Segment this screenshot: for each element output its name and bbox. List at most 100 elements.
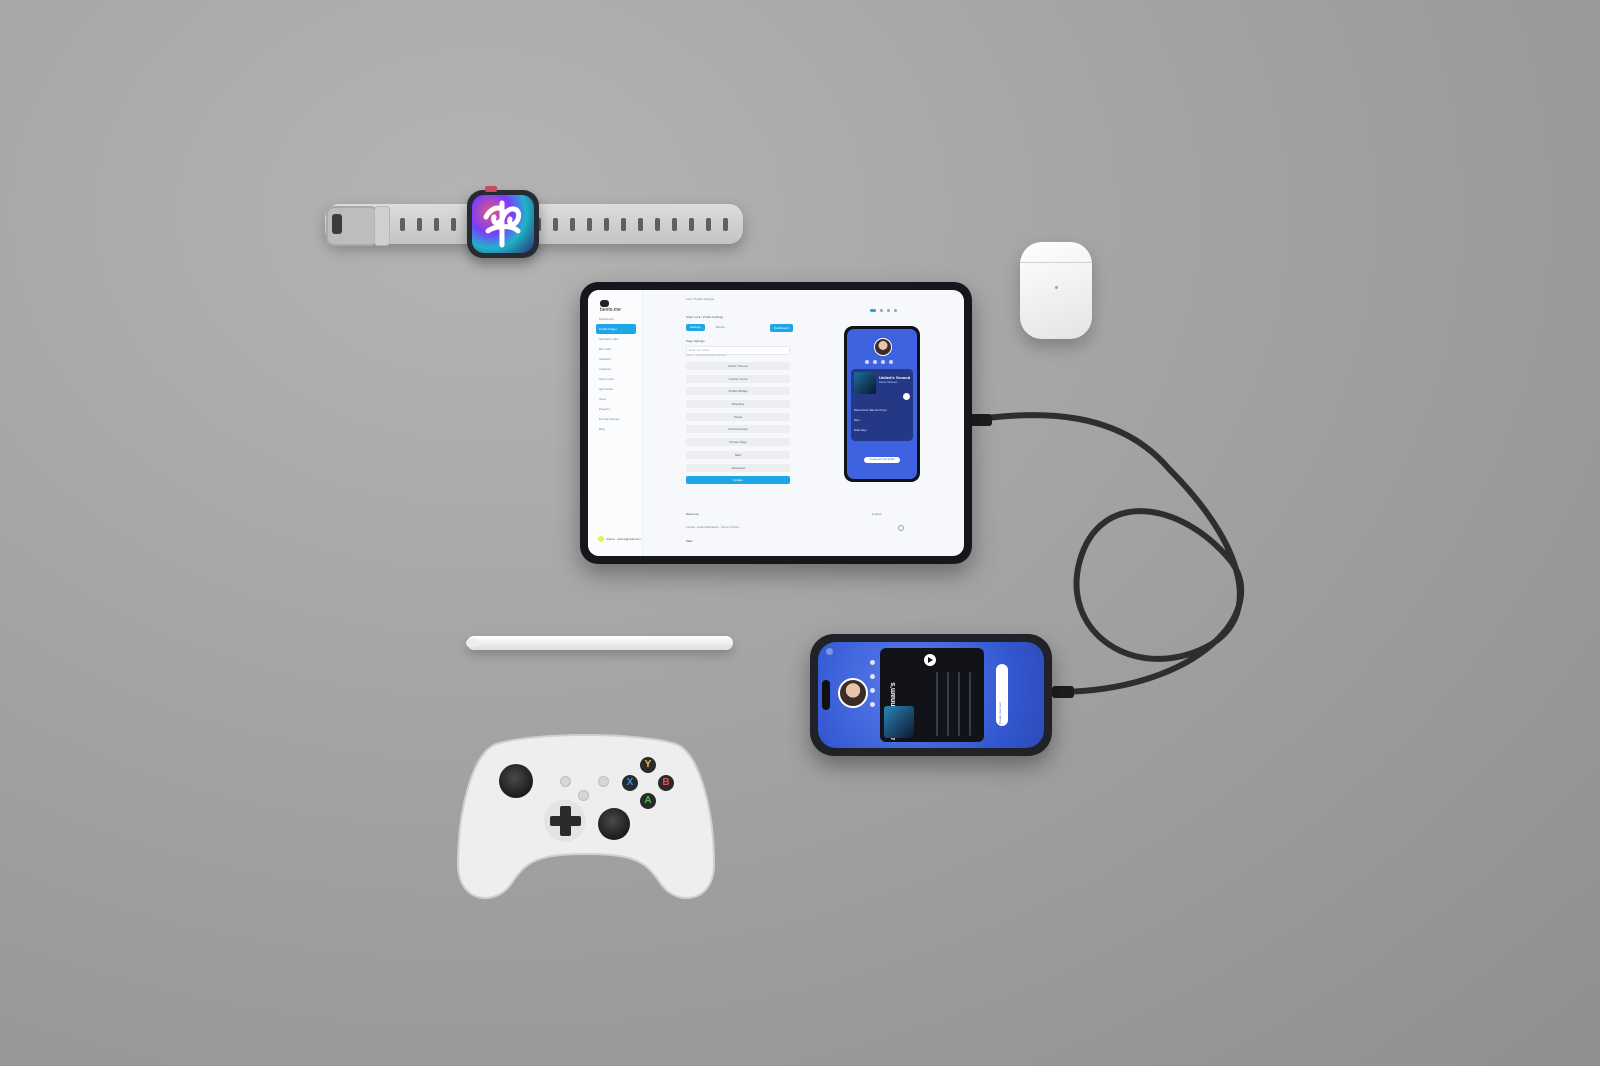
settings-list: Select Themes Custom Fonts Verified Badg… xyxy=(686,362,790,476)
page-title: Share Link / Profile Settings xyxy=(686,315,724,319)
tablet-sidebar: bento.me Dashboard Profile Pages Shortli… xyxy=(588,290,643,556)
album-cover xyxy=(884,706,914,738)
watch-buckle-pin xyxy=(332,214,342,234)
watch-screen xyxy=(472,195,534,253)
tablet-screen: bento.me Dashboard Profile Pages Shortli… xyxy=(588,290,964,556)
settings-row-seo[interactable]: SEO xyxy=(686,450,790,459)
track-item[interactable] xyxy=(936,672,938,736)
dashboard-button[interactable]: Dashboard xyxy=(770,324,793,332)
toggle-icon[interactable] xyxy=(870,309,876,312)
instagram-icon[interactable] xyxy=(865,360,869,364)
tablet-toolbar xyxy=(870,309,897,312)
earbuds-case-lid-seam xyxy=(1020,262,1092,263)
back-icon[interactable] xyxy=(826,648,833,655)
tablet-logo: bento.me xyxy=(600,300,630,313)
play-icon xyxy=(928,657,933,663)
bento-logo-icon xyxy=(483,200,522,248)
preview-phone-screen: United's Ground Atome Shinnam Wanna Know… xyxy=(847,329,917,479)
button-x[interactable]: X xyxy=(622,775,638,791)
social-icons xyxy=(865,360,893,364)
earbuds-case-led xyxy=(1055,286,1058,289)
twitter-icon[interactable] xyxy=(873,360,877,364)
track-item[interactable] xyxy=(947,672,949,736)
sidebar-item-statistics[interactable]: Statistics xyxy=(596,354,636,364)
youtube-icon[interactable] xyxy=(881,360,885,364)
play-icon[interactable] xyxy=(903,393,910,400)
song-title: United's Ground xyxy=(879,375,911,380)
settings-row-branding[interactable]: Branding xyxy=(686,400,790,409)
track-item[interactable]: Want xyxy=(854,419,910,427)
footer-links[interactable]: Contact · Email Notifications · Terms & … xyxy=(686,526,740,529)
spotify-icon[interactable] xyxy=(889,360,893,364)
dpad-horizontal[interactable] xyxy=(550,816,581,826)
button-y[interactable]: Y xyxy=(640,757,656,773)
avatar xyxy=(598,536,604,542)
settings-row-themes[interactable]: Select Themes xyxy=(686,362,790,370)
social-icons xyxy=(870,660,875,707)
sidebar-nav: Dashboard Profile Pages Shortlink Links … xyxy=(596,314,636,434)
menu-button[interactable] xyxy=(598,776,609,787)
track-item[interactable]: Better Days xyxy=(854,429,910,437)
sidebar-user[interactable]: Atome · atome@mail.com xyxy=(598,536,641,542)
user-icon[interactable] xyxy=(894,309,897,312)
create-profile-button[interactable]: Create your own profile xyxy=(864,457,900,463)
sidebar-item-domain-names[interactable]: Domain Names xyxy=(596,414,636,424)
moon-icon[interactable] xyxy=(880,309,883,312)
watch-band-loop xyxy=(374,206,390,246)
sidebar-item-bio-links[interactable]: Bio Links xyxy=(596,344,636,354)
button-a[interactable]: A xyxy=(640,793,656,809)
instagram-icon[interactable] xyxy=(870,660,875,665)
gear-icon[interactable] xyxy=(898,525,904,531)
stylus-tip xyxy=(466,639,476,647)
music-card: atome Shinnam's xyxy=(880,648,984,742)
settings-row-protection[interactable]: Link Protection xyxy=(686,425,790,434)
game-controller xyxy=(456,734,716,899)
sidebar-item-blog[interactable]: Blog xyxy=(596,424,636,434)
track-item[interactable] xyxy=(969,672,971,736)
left-thumbstick[interactable] xyxy=(499,764,533,798)
watch-band-holes xyxy=(400,217,740,231)
artist-name: Atome Shinnam xyxy=(879,381,898,384)
avatar xyxy=(874,338,892,356)
bento-logo-icon xyxy=(600,300,609,307)
sidebar-item-short-links[interactable]: Short Links xyxy=(596,374,636,384)
sidebar-item-store[interactable]: Store xyxy=(596,394,636,404)
share-button[interactable] xyxy=(578,790,589,801)
sidebar-item-qr-codes[interactable]: QR Codes xyxy=(596,384,636,394)
sidebar-item-projects[interactable]: Projects xyxy=(596,404,636,414)
track-item[interactable] xyxy=(958,672,960,736)
field-help-text: Letters, numbers and dashes allowed xyxy=(686,354,726,357)
phone-notch xyxy=(822,680,830,710)
music-card: United's Ground Atome Shinnam Wanna Know… xyxy=(851,369,913,441)
sidebar-item-shortlink-links[interactable]: Shortlink Links xyxy=(596,334,636,344)
watch-crown xyxy=(485,186,497,192)
language-select[interactable]: English xyxy=(872,512,882,516)
settings-row-pixels[interactable]: Pixels xyxy=(686,412,790,421)
sidebar-item-analytics[interactable]: Analytics xyxy=(596,364,636,374)
tab-blocks[interactable]: Blocks xyxy=(712,324,729,331)
button-b[interactable]: B xyxy=(658,775,674,791)
breadcrumb[interactable]: Link / Profile Settings xyxy=(686,297,714,301)
settings-row-fonts[interactable]: Custom Fonts xyxy=(686,374,790,383)
settings-row-advanced[interactable]: Advanced xyxy=(686,463,790,472)
view-button[interactable] xyxy=(560,776,571,787)
footer-logo: bento.me xyxy=(686,512,699,516)
sidebar-item-dashboard[interactable]: Dashboard xyxy=(596,314,636,324)
twitter-icon[interactable] xyxy=(870,674,875,679)
tab-settings[interactable]: Settings xyxy=(686,324,705,331)
spotify-icon[interactable] xyxy=(870,702,875,707)
settings-row-private[interactable]: Private Page xyxy=(686,438,790,447)
right-thumbstick[interactable] xyxy=(598,808,630,840)
track-item[interactable]: Wanna Know (Take Me Home) xyxy=(854,409,910,417)
settings-row-verified[interactable]: Verified Badge xyxy=(686,387,790,396)
create-profile-label: Create your own xyxy=(998,701,1002,724)
tablet-main: Link / Profile Settings Share Link / Pro… xyxy=(686,290,806,556)
youtube-icon[interactable] xyxy=(870,688,875,693)
sidebar-item-profile-pages[interactable]: Profile Pages xyxy=(596,324,636,334)
bell-icon[interactable] xyxy=(887,309,890,312)
phone-screen: atome Shinnam's Create your own xyxy=(818,642,1044,748)
stylus xyxy=(467,636,733,650)
update-button[interactable]: Update xyxy=(686,476,790,484)
section-heading: Page Settings xyxy=(686,339,705,343)
footer-view-link[interactable]: View xyxy=(686,539,692,543)
